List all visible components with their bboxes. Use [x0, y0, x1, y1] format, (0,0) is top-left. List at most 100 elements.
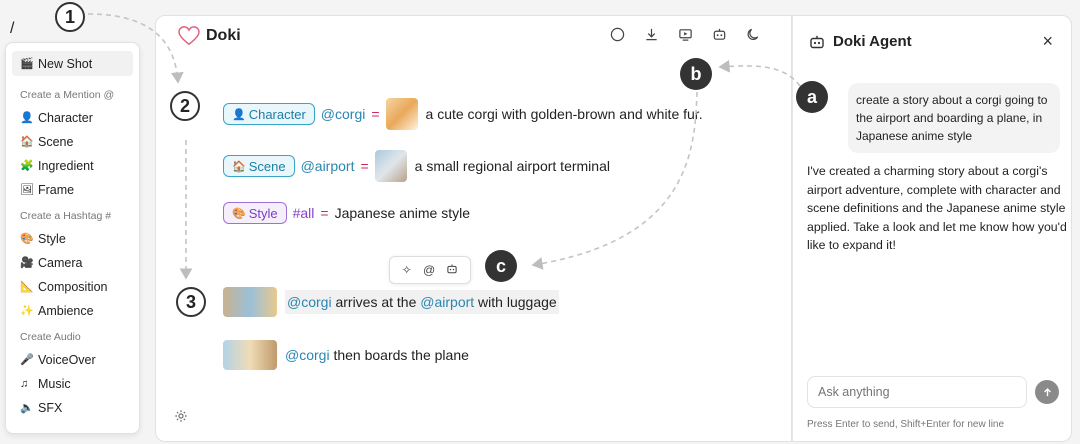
slash-trigger: /: [10, 20, 15, 37]
hashtag-all[interactable]: #all: [293, 205, 315, 221]
shot-text[interactable]: @corgi then boards the plane: [285, 347, 469, 363]
present-icon[interactable]: [677, 26, 693, 42]
menu-item-label: Ingredient: [38, 158, 94, 173]
menu-item-character[interactable]: 👤 Character: [12, 106, 133, 129]
menu-item-label: Music: [38, 376, 71, 391]
menu-item-label: Camera: [38, 255, 83, 270]
menu-item-label: Character: [38, 110, 93, 125]
chip-label: Character: [248, 106, 306, 122]
download-icon[interactable]: [643, 26, 659, 42]
editor-toolbar: [609, 26, 761, 42]
shot-2[interactable]: @corgi then boards the plane: [223, 340, 469, 370]
send-button[interactable]: [1035, 380, 1059, 404]
agent-title: Doki Agent: [833, 33, 912, 50]
sparkle-icon: ✨: [20, 305, 34, 317]
ask-input[interactable]: [807, 376, 1027, 408]
menu-item-label: New Shot: [38, 56, 93, 71]
airport-thumbnail[interactable]: [374, 150, 407, 182]
menu-item-sfx[interactable]: 🔈 SFX: [12, 396, 133, 419]
menu-item-label: SFX: [38, 400, 63, 415]
slash-menu: 🎬 New Shot Create a Mention @ 👤 Characte…: [5, 42, 140, 434]
callout-b: b: [680, 58, 712, 90]
definition-text: Japanese anime style: [334, 205, 471, 221]
corgi-thumbnail[interactable]: [385, 98, 418, 130]
menu-item-ingredient[interactable]: 🧩 Ingredient: [12, 154, 133, 177]
bot-icon[interactable]: [446, 263, 458, 278]
definition-scene[interactable]: 🏠 Scene @airport = a small regional airpo…: [223, 150, 610, 182]
ruler-icon: 📐: [20, 281, 34, 293]
music-note-icon: ♫: [20, 377, 29, 390]
settings-icon[interactable]: [174, 409, 188, 428]
menu-item-composition[interactable]: 📐 Composition: [12, 275, 133, 298]
mention-corgi[interactable]: @corgi: [285, 347, 330, 363]
shot-text-part: arrives at the: [331, 294, 421, 310]
circle-icon[interactable]: [609, 26, 625, 42]
mention-corgi[interactable]: @corgi: [321, 106, 366, 122]
menu-item-music[interactable]: ♫ Music: [12, 372, 133, 395]
close-icon[interactable]: ×: [1042, 31, 1053, 52]
brand-name: Doki: [206, 27, 241, 44]
shot-text[interactable]: @corgi arrives at the @airport with lugg…: [285, 290, 559, 314]
bot-icon[interactable]: [711, 26, 727, 42]
shot-thumbnail[interactable]: [223, 340, 277, 370]
menu-group-audio: Create Audio: [20, 331, 81, 343]
inline-toolbar: ✧ @: [389, 256, 471, 284]
moon-icon[interactable]: [745, 26, 761, 42]
menu-item-scene[interactable]: 🏠 Scene: [12, 130, 133, 153]
character-chip[interactable]: 👤 Character: [223, 103, 315, 125]
equals-sign: =: [371, 106, 380, 122]
magic-icon[interactable]: ✧: [402, 263, 412, 277]
menu-item-label: Style: [38, 231, 66, 246]
user-message: create a story about a corgi going to th…: [848, 83, 1060, 153]
mention-airport[interactable]: @airport: [420, 294, 474, 310]
definition-text: a cute corgi with golden-brown and white…: [425, 106, 703, 122]
heart-icon: [178, 26, 200, 46]
definition-text: a small regional airport terminal: [414, 158, 610, 174]
menu-item-voiceover[interactable]: 🎤 VoiceOver: [12, 348, 133, 371]
callout-3: 3: [176, 287, 206, 317]
menu-group-hashtag: Create a Hashtag #: [20, 210, 112, 222]
definition-character[interactable]: 👤 Character @corgi = a cute corgi with go…: [223, 98, 703, 130]
scene-icon: 🏠: [20, 136, 34, 148]
chip-label: Style: [248, 205, 278, 221]
shot-thumbnail[interactable]: [223, 287, 277, 317]
scene-chip[interactable]: 🏠 Scene: [223, 155, 295, 177]
bot-icon: [810, 35, 824, 48]
definition-style[interactable]: 🎨 Style #all = Japanese anime style: [223, 202, 470, 224]
menu-item-frame[interactable]: 🖼 Frame: [12, 178, 133, 201]
palette-icon: 🎨: [232, 207, 246, 220]
palette-icon: 🎨: [20, 233, 34, 245]
menu-item-camera[interactable]: 🎥 Camera: [12, 251, 133, 274]
menu-item-label: Composition: [38, 279, 108, 294]
brand: Doki: [178, 26, 241, 46]
equals-sign: =: [320, 205, 329, 221]
callout-a: a: [796, 81, 828, 113]
person-icon: 👤: [232, 108, 246, 121]
menu-item-label: Scene: [38, 134, 74, 149]
menu-item-style[interactable]: 🎨 Style: [12, 227, 133, 250]
style-chip[interactable]: 🎨 Style: [223, 202, 287, 224]
mention-airport[interactable]: @airport: [301, 158, 355, 174]
callout-1: 1: [55, 2, 85, 32]
shot-text-part: then boards the plane: [329, 347, 469, 363]
agent-reply: I've created a charming story about a co…: [807, 164, 1067, 252]
mention-corgi[interactable]: @corgi: [287, 294, 332, 310]
callout-c: c: [485, 250, 517, 282]
microphone-icon: 🎤: [20, 354, 34, 366]
shot-1[interactable]: @corgi arrives at the @airport with lugg…: [223, 287, 559, 317]
menu-item-new-shot[interactable]: 🎬 New Shot: [12, 51, 133, 76]
input-hint: Press Enter to send, Shift+Enter for new…: [807, 419, 1005, 430]
menu-item-label: Ambience: [38, 303, 94, 318]
puzzle-icon: 🧩: [20, 160, 34, 172]
at-icon[interactable]: @: [423, 263, 435, 277]
shot-text-part: with luggage: [474, 294, 557, 310]
callout-2: 2: [170, 91, 200, 121]
equals-sign: =: [360, 158, 369, 174]
speaker-icon: 🔈: [20, 402, 34, 414]
arrow-up-icon: [1043, 387, 1051, 396]
person-icon: 👤: [20, 112, 34, 124]
frame-icon: 🖼: [20, 184, 34, 196]
chip-label: Scene: [248, 158, 286, 174]
menu-item-ambience[interactable]: ✨ Ambience: [12, 299, 133, 322]
agent-header: Doki Agent: [809, 33, 912, 50]
